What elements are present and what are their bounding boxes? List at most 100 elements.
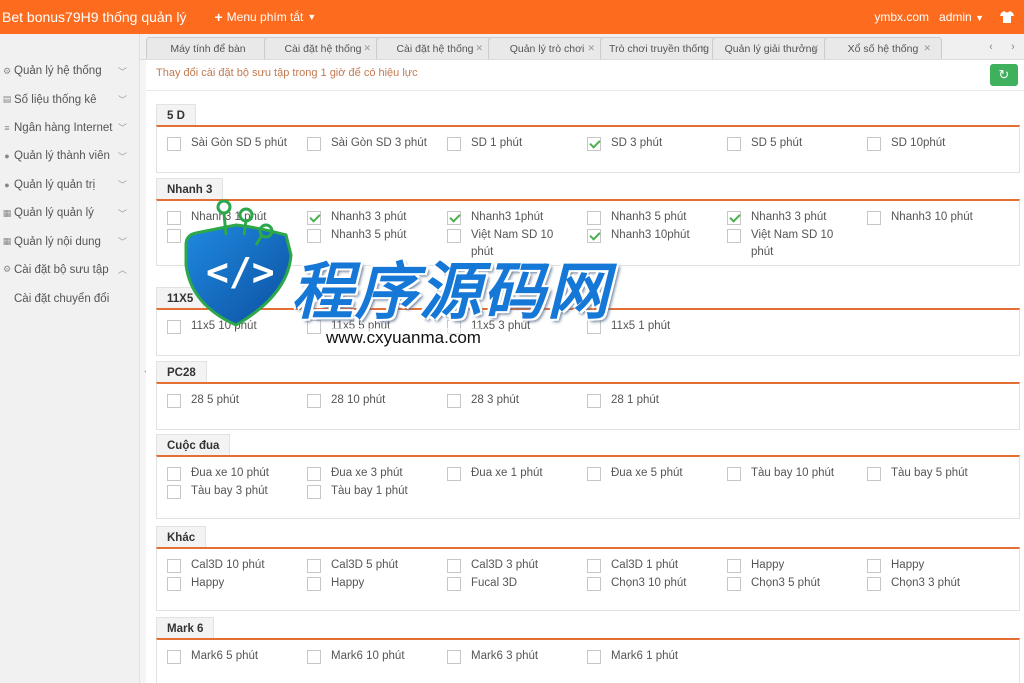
checkbox-option[interactable]: 28 10 phút — [297, 392, 437, 425]
checkbox[interactable] — [307, 229, 321, 243]
checkbox-option[interactable]: 11x5 10 phút — [157, 318, 297, 351]
checkbox[interactable] — [447, 137, 461, 151]
checkbox-option[interactable]: Tàu bay 10 phút — [717, 465, 857, 483]
checkbox[interactable] — [867, 577, 881, 591]
checkbox[interactable] — [587, 559, 601, 573]
checkbox-option[interactable]: Việt Nam SD 10 phút — [437, 227, 577, 261]
close-icon[interactable]: ✕ — [811, 43, 819, 54]
checkbox-option[interactable]: SD 1 phút — [437, 135, 577, 168]
shirt-icon[interactable] — [1000, 11, 1014, 23]
checkbox[interactable] — [447, 229, 461, 243]
checkbox-option[interactable]: Chọn3 10 phút — [577, 575, 717, 606]
checkbox-checked[interactable] — [587, 137, 601, 151]
checkbox-option[interactable]: Tàu bay 5 phút — [857, 465, 997, 483]
checkbox[interactable] — [727, 467, 741, 481]
checkbox-option[interactable]: Đua xe 1 phút — [437, 465, 577, 483]
checkbox-option[interactable]: Chọn3 5 phút — [717, 575, 857, 606]
checkbox[interactable] — [867, 137, 881, 151]
checkbox-option[interactable]: 11x5 1 phút — [577, 318, 717, 351]
tab[interactable]: Quản lý trò chơi ✕ — [488, 37, 606, 59]
checkbox-option[interactable]: Chọn3 3 phút — [857, 575, 997, 606]
checkbox-option[interactable]: Cal3D 10 phút — [157, 557, 297, 575]
checkbox-option[interactable]: Cal3D 1 phút — [577, 557, 717, 575]
checkbox[interactable] — [727, 559, 741, 573]
checkbox-option[interactable]: 11x5 3 phút — [437, 318, 577, 351]
tab-prev-icon[interactable]: ‹ — [989, 41, 993, 53]
checkbox-option[interactable]: Happy — [157, 575, 297, 606]
checkbox[interactable] — [587, 577, 601, 591]
shortcut-menu-button[interactable]: + Menu phím tắt ▼ — [214, 9, 316, 25]
tab[interactable]: Quản lý giải thưởng ✕ — [712, 37, 830, 59]
tab-next-icon[interactable]: › — [1011, 41, 1015, 53]
checkbox-option[interactable]: SD 3 phút — [577, 135, 717, 168]
checkbox[interactable] — [307, 137, 321, 151]
tab[interactable]: Cài đặt hệ thống ✕ — [376, 37, 494, 59]
tab[interactable]: Trò chơi truyền thống ✕ — [600, 37, 718, 59]
checkbox-option[interactable]: Đua xe 3 phút — [297, 465, 437, 483]
checkbox[interactable] — [587, 650, 601, 664]
checkbox[interactable] — [727, 137, 741, 151]
sidebar-item[interactable]: ● Quản lý quản trị ﹀ — [0, 171, 139, 199]
checkbox-option[interactable] — [157, 227, 297, 261]
checkbox-option[interactable]: Happy — [857, 557, 997, 575]
checkbox-option[interactable]: Happy — [717, 557, 857, 575]
checkbox-option[interactable]: Nhanh3 1phút — [437, 209, 577, 227]
checkbox-checked[interactable] — [307, 211, 321, 225]
checkbox[interactable] — [307, 485, 321, 499]
checkbox[interactable] — [867, 211, 881, 225]
checkbox-option[interactable]: Tàu bay 3 phút — [157, 483, 297, 514]
checkbox-option[interactable]: Nhanh3 10 phút — [857, 209, 997, 227]
checkbox-option[interactable]: Mark6 1 phút — [577, 648, 717, 681]
checkbox[interactable] — [167, 211, 181, 225]
close-icon[interactable]: ✕ — [923, 43, 931, 54]
sidebar-item[interactable]: ≡ Ngân hàng Internet ﹀ — [0, 114, 139, 142]
refresh-button[interactable]: ↻ — [990, 64, 1018, 86]
tab[interactable]: Máy tính để bàn — [146, 37, 270, 59]
checkbox[interactable] — [447, 577, 461, 591]
close-icon[interactable]: ✕ — [699, 43, 707, 54]
checkbox-option[interactable]: Cal3D 3 phút — [437, 557, 577, 575]
checkbox[interactable] — [727, 577, 741, 591]
checkbox[interactable] — [447, 320, 461, 334]
checkbox-option[interactable]: 28 1 phút — [577, 392, 717, 425]
checkbox[interactable] — [587, 320, 601, 334]
checkbox[interactable] — [167, 320, 181, 334]
checkbox[interactable] — [167, 394, 181, 408]
checkbox-option[interactable]: Tàu bay 1 phút — [297, 483, 437, 514]
checkbox-option[interactable]: Sài Gòn SD 5 phút — [157, 135, 297, 168]
checkbox[interactable] — [867, 467, 881, 481]
sidebar-subitem-conversion-settings[interactable]: Cài đặt chuyển đổi — [0, 284, 139, 314]
checkbox-option[interactable]: Việt Nam SD 10 phút — [717, 227, 857, 261]
domain-link[interactable]: ymbx.com — [874, 10, 929, 24]
sidebar-item[interactable]: ⚙ Quản lý hệ thống ﹀ — [0, 57, 139, 85]
checkbox[interactable] — [447, 650, 461, 664]
checkbox[interactable] — [587, 394, 601, 408]
checkbox-option[interactable]: Nhanh3 3 phút — [717, 209, 857, 227]
tab[interactable]: Cài đặt hệ thống ✕ — [264, 37, 382, 59]
sidebar-item[interactable]: ⚙ Cài đặt bộ sưu tập ︿ — [0, 256, 139, 284]
checkbox[interactable] — [447, 394, 461, 408]
checkbox[interactable] — [167, 485, 181, 499]
checkbox[interactable] — [167, 467, 181, 481]
checkbox[interactable] — [167, 577, 181, 591]
checkbox-option[interactable]: Nhanh3 1 phút — [157, 209, 297, 227]
close-icon[interactable]: ✕ — [363, 43, 371, 54]
close-icon[interactable]: ✕ — [587, 43, 595, 54]
sidebar-item[interactable]: ▦ Quản lý nội dung ﹀ — [0, 227, 139, 255]
checkbox-option[interactable]: Sài Gòn SD 3 phút — [297, 135, 437, 168]
checkbox[interactable] — [307, 559, 321, 573]
sidebar-item[interactable]: ▤ Số liệu thống kê ﹀ — [0, 85, 139, 113]
user-menu-button[interactable]: admin ▼ — [939, 10, 984, 24]
checkbox-option[interactable]: 28 3 phút — [437, 392, 577, 425]
checkbox[interactable] — [167, 559, 181, 573]
checkbox[interactable] — [167, 137, 181, 151]
checkbox-option[interactable]: Nhanh3 5 phút — [297, 227, 437, 261]
checkbox[interactable] — [867, 559, 881, 573]
checkbox-option[interactable]: Nhanh3 5 phút — [577, 209, 717, 227]
sidebar-item[interactable]: ▦ Quản lý quản lý ﹀ — [0, 199, 139, 227]
checkbox-option[interactable]: Mark6 3 phút — [437, 648, 577, 681]
checkbox-option[interactable]: SD 10phút — [857, 135, 997, 168]
checkbox[interactable] — [167, 650, 181, 664]
checkbox-option[interactable]: Đua xe 5 phút — [577, 465, 717, 483]
checkbox-option[interactable]: 11x5 5 phút — [297, 318, 437, 351]
